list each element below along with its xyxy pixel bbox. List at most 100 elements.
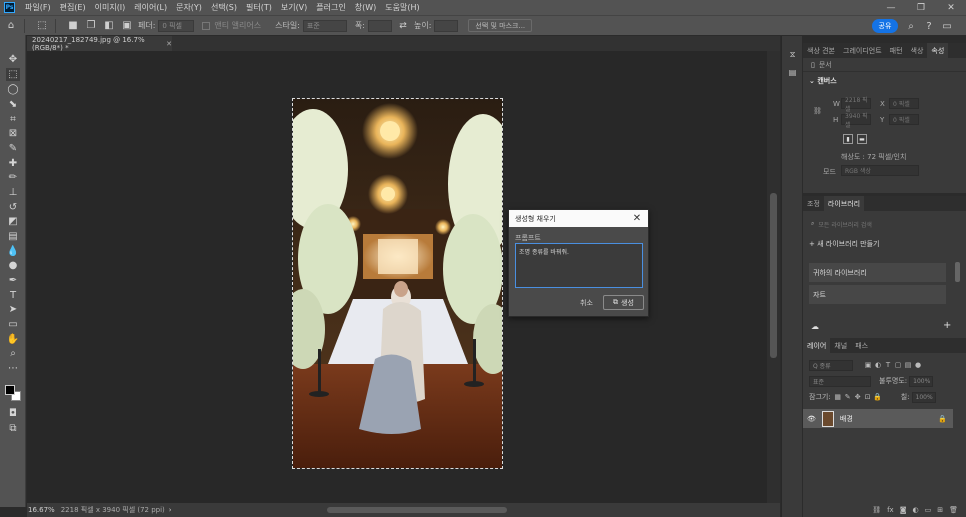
search-icon[interactable]: ⌕ xyxy=(904,19,918,33)
canvas-section-title[interactable]: ⌄ 캔버스 xyxy=(809,76,837,86)
shape-filter-icon[interactable]: ▢ xyxy=(893,360,903,370)
move-tool-icon[interactable]: ✥ xyxy=(6,53,20,66)
height-input[interactable] xyxy=(434,19,459,32)
layer-row-background[interactable]: 👁 배경 🔒 xyxy=(803,409,953,428)
status-arrow-icon[interactable]: › xyxy=(169,506,172,514)
prompt-textarea[interactable]: 조명 종류를 바꿔줘. xyxy=(515,243,643,288)
history-brush-tool-icon[interactable]: ↺ xyxy=(6,201,20,214)
share-button[interactable]: 공유 xyxy=(872,19,898,33)
home-icon[interactable]: ⌂ xyxy=(4,19,18,33)
frame-tool-icon[interactable]: ⊠ xyxy=(6,127,20,140)
w-field[interactable]: 2218 픽셀 xyxy=(841,97,871,113)
menu-type[interactable]: 문자(Y) xyxy=(176,2,202,13)
fx-icon[interactable]: fx xyxy=(887,506,894,514)
feather-input[interactable]: 0 픽셀 xyxy=(158,19,195,32)
eye-icon[interactable]: 👁 xyxy=(807,415,816,423)
lock-all-icon[interactable]: 🔒 xyxy=(873,392,883,402)
tab-paths[interactable]: 패스 xyxy=(851,338,872,353)
path-select-tool-icon[interactable]: ➤ xyxy=(6,303,20,316)
menu-window[interactable]: 창(W) xyxy=(355,2,377,13)
screen-mode-icon[interactable]: ⧉ xyxy=(6,422,20,435)
library-item[interactable]: 자트 xyxy=(809,285,946,304)
add-mask-icon[interactable]: ◙ xyxy=(900,506,907,514)
menu-view[interactable]: 보기(V) xyxy=(281,2,307,13)
document-image[interactable] xyxy=(292,98,503,469)
lasso-tool-icon[interactable]: ◯ xyxy=(6,83,20,96)
lock-transparent-icon[interactable]: ▦ xyxy=(833,392,843,402)
object-select-tool-icon[interactable]: ⬊ xyxy=(6,98,20,111)
help-icon[interactable]: ? xyxy=(922,19,936,33)
layer-kind-filter[interactable]: Q 종류 xyxy=(809,359,853,371)
dodge-tool-icon[interactable]: ● xyxy=(6,259,20,272)
tab-channels[interactable]: 채널 xyxy=(830,338,851,353)
more-tools-icon[interactable]: ⋯ xyxy=(6,362,20,375)
layer-name[interactable]: 배경 xyxy=(840,414,853,424)
minimize-icon[interactable]: — xyxy=(876,0,906,15)
fill-input[interactable]: 100% xyxy=(911,391,936,403)
eyedropper-tool-icon[interactable]: ✎ xyxy=(6,142,20,155)
library-search[interactable]: ⌕ 모든 라이브러리 검색 xyxy=(803,217,966,231)
menu-help[interactable]: 도움말(H) xyxy=(385,2,419,13)
foreground-color-swatch[interactable] xyxy=(5,385,15,395)
library-item[interactable]: 귀하의 라이브러리 xyxy=(809,263,946,282)
menu-image[interactable]: 이미지(I) xyxy=(95,2,126,13)
opacity-input[interactable]: 100% xyxy=(909,375,934,387)
photoshop-logo[interactable]: Ps xyxy=(4,2,15,13)
y-field[interactable]: 0 픽셀 xyxy=(889,114,919,125)
tab-gradients[interactable]: 그레이디언트 xyxy=(839,43,886,58)
link-layers-icon[interactable]: ⛓ xyxy=(872,506,881,514)
quick-mask-icon[interactable]: ◘ xyxy=(6,407,20,420)
comments-panel-icon[interactable]: ▤ xyxy=(786,66,799,79)
type-tool-icon[interactable]: T xyxy=(6,289,20,302)
tab-swatches[interactable]: 색상 견본 xyxy=(803,43,839,58)
create-library-button[interactable]: + 새 라이브러리 만들기 xyxy=(809,239,880,249)
brush-tool-icon[interactable]: ✏ xyxy=(6,171,20,184)
document-tab[interactable]: 20240217_182749.jpg @ 16.7% (RGB/8*) * ✕ xyxy=(27,36,172,52)
restore-icon[interactable]: ❐ xyxy=(906,0,936,15)
pen-tool-icon[interactable]: ✒ xyxy=(6,274,20,287)
vertical-scrollbar[interactable] xyxy=(767,51,780,503)
lock-position-icon[interactable]: ✥ xyxy=(853,392,863,402)
subtract-selection-icon[interactable]: ◧ xyxy=(102,19,116,33)
rectangle-tool-icon[interactable]: ▭ xyxy=(6,318,20,331)
tab-properties[interactable]: 속성 xyxy=(927,43,949,58)
style-select[interactable]: 표준 xyxy=(302,19,347,32)
tab-patterns[interactable]: 패턴 xyxy=(886,43,907,58)
new-layer-icon[interactable]: ⊞ xyxy=(937,506,943,514)
close-window-icon[interactable]: ✕ xyxy=(936,0,966,15)
menu-file[interactable]: 파일(F) xyxy=(25,2,51,13)
lock-artboard-icon[interactable]: ⊡ xyxy=(863,392,873,402)
smart-object-filter-icon[interactable]: ▤ xyxy=(903,360,913,370)
tab-libraries[interactable]: 라이브러리 xyxy=(823,196,865,211)
stamp-tool-icon[interactable]: ⊥ xyxy=(6,186,20,199)
menu-edit[interactable]: 편집(E) xyxy=(60,2,86,13)
menu-layer[interactable]: 레이어(L) xyxy=(134,2,167,13)
library-scrollbar[interactable] xyxy=(955,262,960,282)
new-selection-icon[interactable]: ■ xyxy=(66,19,80,33)
landscape-orientation-icon[interactable]: ▬ xyxy=(857,134,867,144)
pixel-filter-icon[interactable]: ▣ xyxy=(863,360,873,370)
width-input[interactable] xyxy=(367,19,392,32)
select-and-mask-button[interactable]: 선택 및 마스크... xyxy=(468,19,533,32)
horizontal-scroll-thumb[interactable] xyxy=(327,507,507,513)
add-library-icon[interactable]: + xyxy=(943,320,951,331)
vertical-scroll-thumb[interactable] xyxy=(770,193,777,358)
delete-layer-icon[interactable]: 🗑 xyxy=(949,506,958,514)
lock-pixels-icon[interactable]: ✎ xyxy=(843,392,853,402)
group-icon[interactable]: ▭ xyxy=(925,506,932,514)
tab-adjustments[interactable]: 조정 xyxy=(803,196,824,211)
add-selection-icon[interactable]: ❐ xyxy=(84,19,98,33)
healing-tool-icon[interactable]: ✚ xyxy=(6,157,20,170)
adjustment-layer-icon[interactable]: ◐ xyxy=(913,506,919,514)
tab-layers[interactable]: 레이어 xyxy=(803,338,831,353)
tab-color[interactable]: 색상 xyxy=(907,43,928,58)
hand-tool-icon[interactable]: ✋ xyxy=(6,333,20,346)
workspace-icon[interactable]: ▭ xyxy=(940,19,954,33)
h-field[interactable]: 3940 픽셀 xyxy=(841,113,871,129)
menu-plugins[interactable]: 플러그인 xyxy=(316,2,345,13)
intersect-selection-icon[interactable]: ▣ xyxy=(120,19,134,33)
blend-mode-select[interactable]: 표준 xyxy=(809,375,871,387)
marquee-tool-icon[interactable]: ⬚ xyxy=(6,68,20,81)
close-dialog-icon[interactable]: ✕ xyxy=(631,212,643,224)
gradient-tool-icon[interactable]: ▤ xyxy=(6,230,20,243)
